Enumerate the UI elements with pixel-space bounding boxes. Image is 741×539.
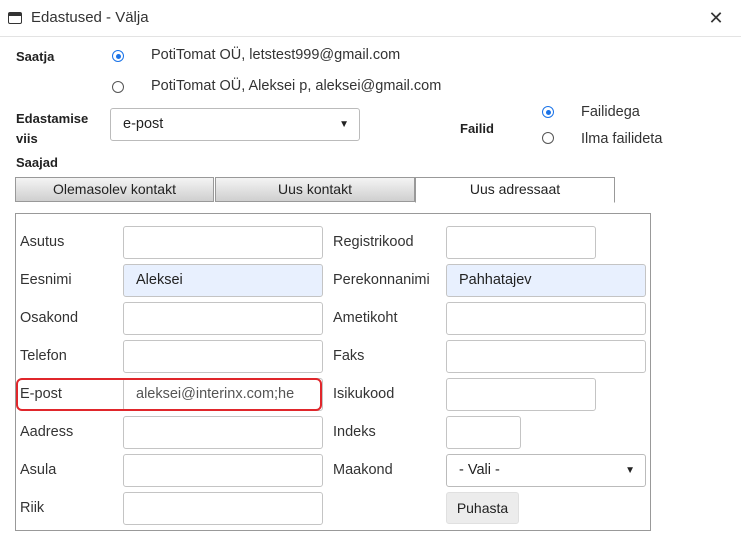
osakond-input[interactable] [123, 302, 323, 335]
chevron-down-icon: ▼ [625, 465, 635, 476]
aadress-input[interactable] [123, 416, 323, 449]
sender-option-1-radio[interactable] [112, 50, 124, 62]
eesnimi-input[interactable]: Aleksei [123, 264, 323, 297]
faks-input[interactable] [446, 340, 646, 373]
delivery-select-value: e-post [123, 116, 164, 132]
asutus-input[interactable] [123, 226, 323, 259]
sender-option-2-radio[interactable] [112, 81, 124, 93]
maakond-select-value: - Vali - [459, 462, 500, 478]
osakond-label: Osakond [20, 310, 79, 326]
asula-label: Asula [20, 462, 57, 478]
riik-label: Riik [20, 500, 45, 516]
tab-existing-contact[interactable]: Olemasolev kontakt [15, 177, 214, 202]
asutus-label: Asutus [20, 234, 65, 250]
telefon-input[interactable] [123, 340, 323, 373]
telefon-label: Telefon [20, 348, 67, 364]
close-button[interactable]: ✕ [705, 6, 727, 30]
isikukood-label: Isikukood [333, 386, 395, 402]
files-without-radio[interactable] [542, 132, 554, 144]
tab-new-addressee[interactable]: Uus adressaat [415, 177, 615, 203]
delivery-select[interactable]: e-post ▼ [110, 108, 360, 141]
registrikood-label: Registrikood [333, 234, 414, 250]
aadress-label: Aadress [20, 424, 74, 440]
sender-option-2-label[interactable]: PotiTomat OÜ, Aleksei p, aleksei@gmail.c… [151, 78, 441, 94]
riik-input[interactable] [123, 492, 323, 525]
chevron-down-icon: ▼ [339, 119, 349, 130]
recipients-label: Saajad [16, 155, 58, 170]
perekonnanimi-input[interactable]: Pahhatajev [446, 264, 646, 297]
files-with-radio[interactable] [542, 106, 554, 118]
window-title: Edastused - Välja [31, 9, 149, 26]
title-bar: Edastused - Välja ✕ [0, 0, 741, 37]
faks-label: Faks [333, 348, 365, 364]
sender-label: Saatja [16, 49, 55, 64]
indeks-label: Indeks [333, 424, 376, 440]
files-label: Failid [460, 121, 494, 136]
isikukood-input[interactable] [446, 378, 596, 411]
files-with-label[interactable]: Failidega [581, 104, 640, 120]
asula-input[interactable] [123, 454, 323, 487]
epost-label: E-post [20, 386, 62, 402]
sender-option-1-label[interactable]: PotiTomat OÜ, letstest999@gmail.com [151, 47, 400, 63]
delivery-label-line2: viis [16, 131, 38, 146]
window-icon [8, 12, 22, 24]
perekonnanimi-label: Perekonnanimi [333, 272, 430, 288]
eesnimi-label: Eesnimi [20, 272, 72, 288]
maakond-select[interactable]: - Vali - ▼ [446, 454, 646, 487]
ametikoht-label: Ametikoht [333, 310, 398, 326]
tab-new-contact[interactable]: Uus kontakt [215, 177, 415, 202]
indeks-input[interactable] [446, 416, 521, 449]
maakond-label: Maakond [333, 462, 393, 478]
registrikood-input[interactable] [446, 226, 596, 259]
delivery-label-line1: Edastamise [16, 111, 89, 126]
clear-button[interactable]: Puhasta [446, 492, 519, 524]
epost-input[interactable]: aleksei@interinx.com;he [123, 378, 323, 411]
ametikoht-input[interactable] [446, 302, 646, 335]
files-without-label[interactable]: Ilma failideta [581, 131, 662, 147]
